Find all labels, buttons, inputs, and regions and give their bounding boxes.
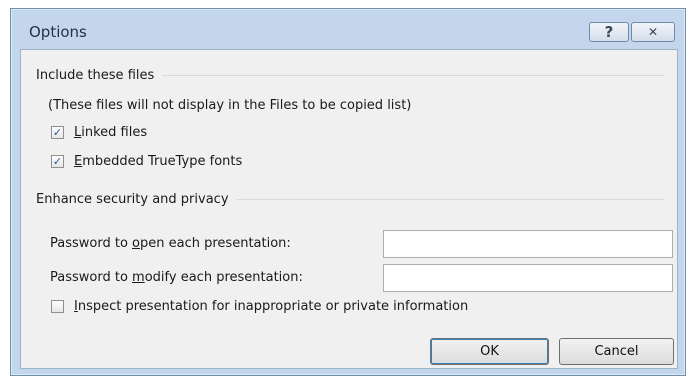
modify-password-label-prefix: Password to (50, 270, 133, 285)
open-password-label: Password to open each presentation: (50, 236, 291, 251)
options-dialog: Options ? ✕ Include these files (These f… (10, 8, 686, 376)
help-icon: ? (604, 23, 614, 41)
modify-password-label: Password to modify each presentation: (50, 270, 303, 285)
group-divider (236, 199, 664, 200)
embedded-fonts-option[interactable]: ✓ Embedded TrueType fonts (51, 154, 242, 169)
include-files-note: (These files will not display in the Fil… (48, 98, 412, 113)
open-password-mnemonic: o (132, 236, 141, 251)
security-group-title: Enhance security and privacy (36, 192, 664, 207)
dialog-content: Include these files (These files will no… (20, 49, 678, 369)
cancel-button[interactable]: Cancel (559, 338, 674, 365)
include-files-group-title: Include these files (36, 68, 664, 83)
embedded-fonts-label-rest: mbedded TrueType fonts (82, 154, 243, 169)
linked-files-label: Linked files (74, 125, 147, 140)
modify-password-mnemonic: m (132, 270, 145, 285)
close-button[interactable]: ✕ (631, 22, 675, 42)
linked-files-checkbox[interactable]: ✓ (51, 126, 64, 139)
embedded-fonts-checkbox[interactable]: ✓ (51, 155, 64, 168)
help-button[interactable]: ? (589, 22, 629, 42)
embedded-fonts-mnemonic: E (74, 154, 83, 169)
inspect-checkbox[interactable] (51, 300, 64, 313)
dialog-title: Options (29, 23, 87, 41)
inspect-label: Inspect presentation for inappropriate o… (74, 299, 468, 314)
modify-password-input[interactable] (383, 264, 673, 292)
modify-password-label-rest: odify each presentation: (144, 270, 303, 285)
group-divider (162, 75, 664, 76)
inspect-label-rest: nspect presentation for inappropriate or… (77, 299, 469, 314)
title-bar[interactable]: Options ? ✕ (11, 9, 685, 49)
include-files-heading: Include these files (36, 68, 155, 83)
close-icon: ✕ (647, 25, 659, 39)
linked-files-label-rest: inked files (81, 125, 148, 140)
security-heading: Enhance security and privacy (36, 192, 229, 207)
open-password-label-prefix: Password to (50, 236, 133, 251)
linked-files-option[interactable]: ✓ Linked files (51, 125, 147, 140)
open-password-input[interactable] (383, 230, 673, 258)
ok-button[interactable]: OK (430, 338, 549, 365)
open-password-label-rest: pen each presentation: (140, 236, 291, 251)
embedded-fonts-label: Embedded TrueType fonts (74, 154, 242, 169)
inspect-option[interactable]: Inspect presentation for inappropriate o… (51, 299, 468, 314)
